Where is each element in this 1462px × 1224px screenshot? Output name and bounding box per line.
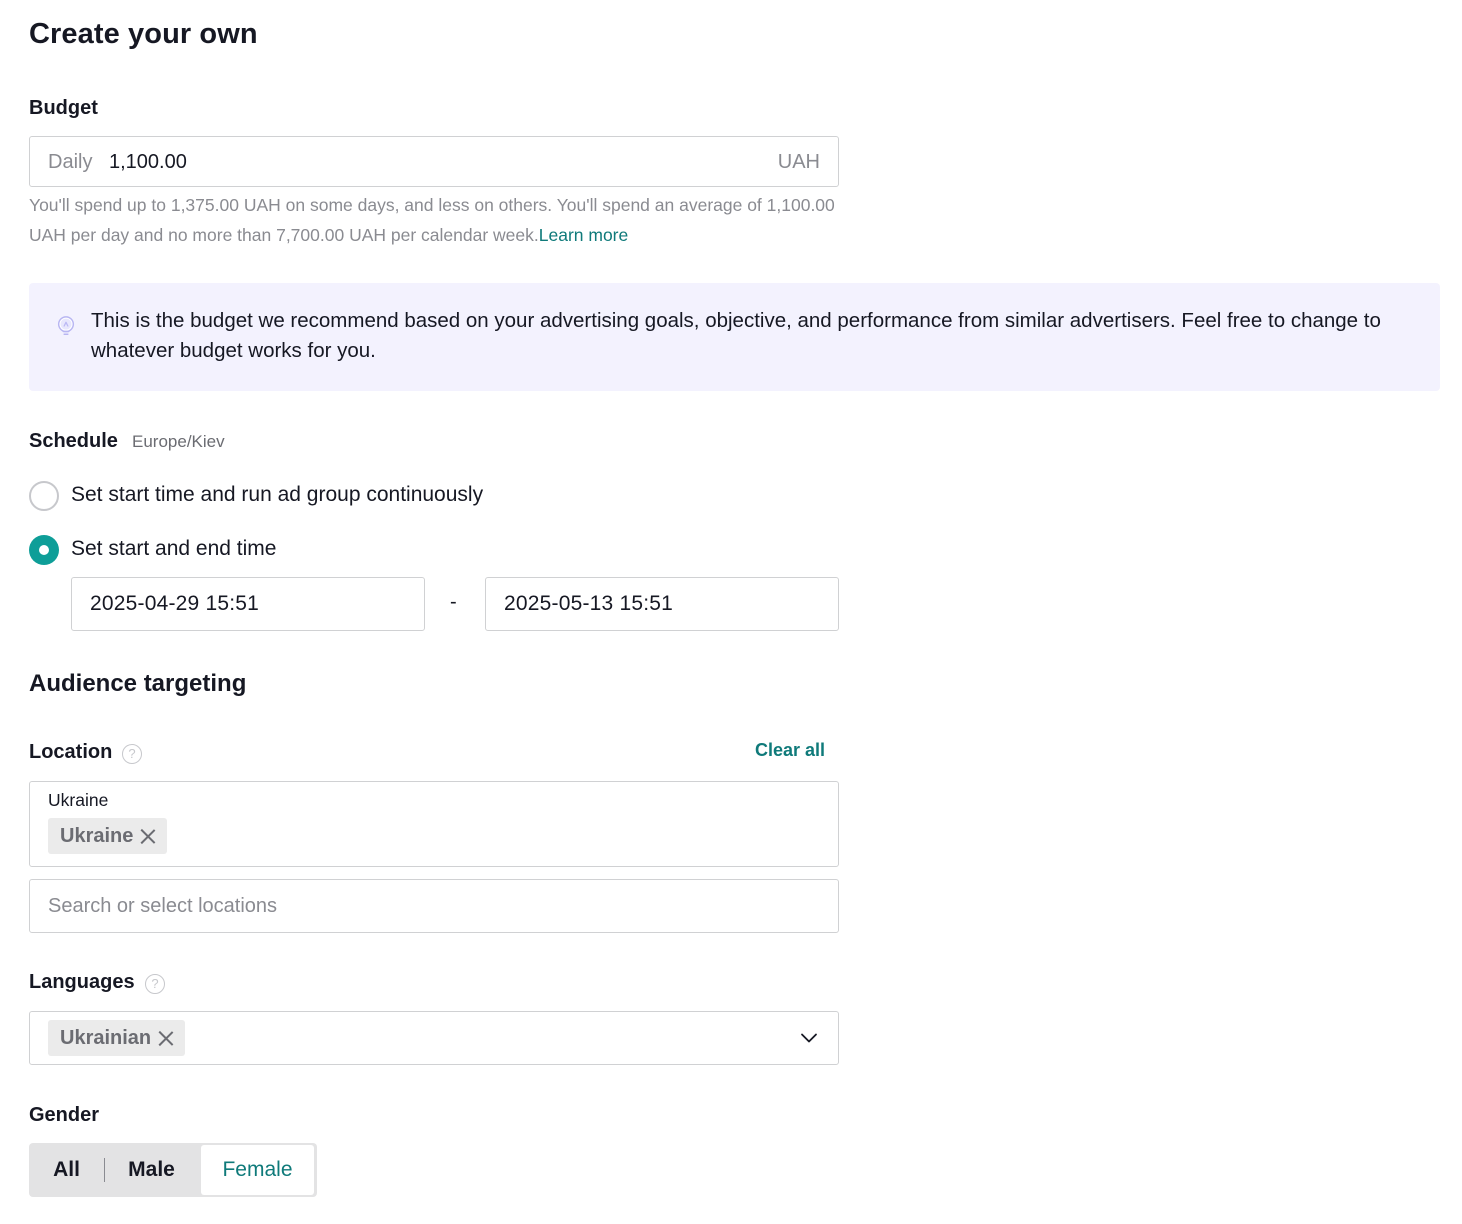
location-tag-label: Ukraine: [60, 824, 134, 847]
budget-mode: Daily: [48, 151, 93, 173]
lightbulb-icon: [57, 316, 75, 335]
recommendation-text: This is the budget we recommend based on…: [91, 309, 1381, 362]
location-label: Location: [29, 741, 113, 763]
schedule-label: Schedule: [29, 430, 118, 452]
selected-locations-box: Ukraine Ukraine: [29, 781, 839, 867]
date-range-separator: -: [450, 591, 457, 613]
end-date-input[interactable]: 2025-05-13 15:51: [485, 577, 839, 631]
start-date-value: 2025-04-29 15:51: [90, 592, 260, 615]
clear-all-locations-button[interactable]: Clear all: [755, 740, 825, 761]
location-group-label: Ukraine: [48, 790, 109, 810]
languages-label: Languages: [29, 971, 135, 993]
remove-location-icon[interactable]: [139, 827, 157, 845]
budget-helper-text: You'll spend up to 1,375.00 UAH on some …: [29, 190, 839, 250]
audience-targeting-title: Audience targeting: [29, 670, 247, 697]
language-tag-label: Ukrainian: [60, 1026, 152, 1049]
gender-option-male[interactable]: Male: [105, 1143, 198, 1197]
gender-option-female[interactable]: Female: [201, 1145, 314, 1195]
radio-run-continuously-label[interactable]: Set start time and run ad group continuo…: [71, 483, 483, 507]
budget-recommendation-banner: This is the budget we recommend based on…: [29, 283, 1440, 391]
radio-run-continuously[interactable]: [29, 481, 59, 511]
languages-help-icon[interactable]: ?: [145, 974, 165, 994]
gender-label: Gender: [29, 1104, 100, 1126]
remove-language-icon[interactable]: [157, 1029, 175, 1047]
learn-more-link[interactable]: Learn more: [539, 225, 629, 245]
location-tag: Ukraine: [48, 818, 168, 854]
budget-value[interactable]: 1,100.00: [109, 151, 187, 174]
languages-select[interactable]: Ukrainian: [29, 1011, 839, 1065]
gender-option-all[interactable]: All: [29, 1143, 104, 1197]
budget-currency: UAH: [777, 151, 820, 173]
budget-label: Budget: [29, 97, 98, 119]
radio-start-end-time[interactable]: [29, 535, 59, 565]
end-date-value: 2025-05-13 15:51: [504, 592, 674, 615]
location-search-field[interactable]: [29, 879, 839, 933]
gender-segmented-control: All Male Female: [29, 1143, 317, 1197]
radio-start-end-time-label[interactable]: Set start and end time: [71, 537, 276, 561]
location-help-icon[interactable]: ?: [122, 744, 142, 764]
location-search-input[interactable]: [30, 880, 838, 932]
language-tag: Ukrainian: [48, 1020, 186, 1056]
chevron-down-icon[interactable]: [800, 1029, 818, 1047]
schedule-timezone: Europe/Kiev: [132, 432, 225, 451]
budget-input[interactable]: Daily 1,100.00 UAH: [29, 136, 839, 187]
budget-helper-message: You'll spend up to 1,375.00 UAH on some …: [29, 195, 835, 245]
start-date-input[interactable]: 2025-04-29 15:51: [71, 577, 425, 631]
page-title: Create your own: [29, 18, 258, 50]
